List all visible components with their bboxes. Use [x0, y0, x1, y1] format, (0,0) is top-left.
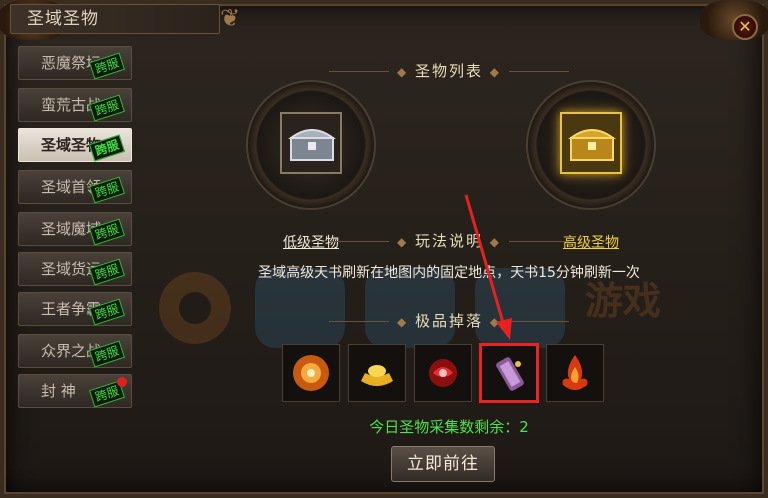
high-relic-slot[interactable] — [560, 112, 622, 174]
low-relic-card[interactable]: 低级圣物 — [246, 80, 376, 251]
sidebar-item-wild-battle[interactable]: 蛮荒古战 跨服 — [18, 88, 132, 122]
drop-slot-4-highlighted[interactable] — [480, 344, 538, 402]
sidebar-item-realm-war[interactable]: 众界之战 跨服 — [18, 334, 132, 368]
title-ornament-icon: ❦ — [219, 4, 241, 32]
sidebar-item-ascend-god[interactable]: 封 神 跨服 — [18, 374, 132, 408]
drop-slot-3[interactable] — [414, 344, 472, 402]
close-button[interactable]: ✕ — [732, 14, 758, 40]
high-relic-card[interactable]: 高级圣物 — [526, 80, 656, 251]
scroll-icon — [496, 357, 524, 391]
drops-heading: ◆ 极品掉落 ◆ — [140, 310, 758, 331]
drop-slot-2[interactable] — [348, 344, 406, 402]
rules-heading: ◆ 玩法说明 ◆ — [140, 230, 758, 251]
drop-slot-1[interactable] — [282, 344, 340, 402]
drop-slot-5[interactable] — [546, 344, 604, 402]
sidebar-item-sacred-cargo[interactable]: 圣域货运 跨服 — [18, 252, 132, 286]
flame-icon — [562, 355, 588, 390]
main-panel: ◆ 圣物列表 ◆ 低级圣物 高级圣物 ◆ 玩法说明 ◆ 圣域高级天书刷新在地图内… — [140, 40, 758, 492]
sidebar-item-sacred-relic[interactable]: 圣域圣物 跨服 — [18, 128, 132, 162]
gold-chest-icon — [568, 129, 616, 161]
low-relic-slot[interactable] — [280, 112, 342, 174]
drops-title: 极品掉落 — [414, 312, 483, 330]
gold-ingot-icon — [361, 365, 393, 386]
collect-remaining-text: 今日圣物采集数剩余：2 — [369, 418, 529, 436]
sidebar-item-sacred-demon[interactable]: 圣域魔域 跨服 — [18, 212, 132, 246]
window-title: 圣域圣物 — [10, 4, 220, 34]
sidebar-item-king-contest[interactable]: 王者争霸 跨服 — [18, 292, 132, 326]
notification-dot — [117, 377, 127, 387]
red-gem-icon — [429, 359, 457, 387]
sidebar-item-label: 封 神 — [41, 382, 76, 400]
go-now-button[interactable]: 立即前往 — [391, 446, 495, 482]
silver-chest-icon — [288, 129, 336, 161]
fire-orb-icon — [293, 355, 329, 391]
sidebar-item-sacred-boss[interactable]: 圣域首领 跨服 — [18, 170, 132, 204]
rules-title: 玩法说明 — [414, 232, 483, 250]
rules-text: 圣域高级天书刷新在地图内的固定地点，天书15分钟刷新一次 — [258, 265, 640, 281]
relic-list-heading: ◆ 圣物列表 ◆ — [140, 60, 758, 81]
relic-list-title: 圣物列表 — [414, 62, 483, 80]
sidebar: 恶魔祭坛 跨服 蛮荒古战 跨服 圣域圣物 跨服 圣域首领 跨服 圣域魔域 跨服 … — [10, 40, 140, 490]
sidebar-item-demon-altar[interactable]: 恶魔祭坛 跨服 — [18, 46, 132, 80]
